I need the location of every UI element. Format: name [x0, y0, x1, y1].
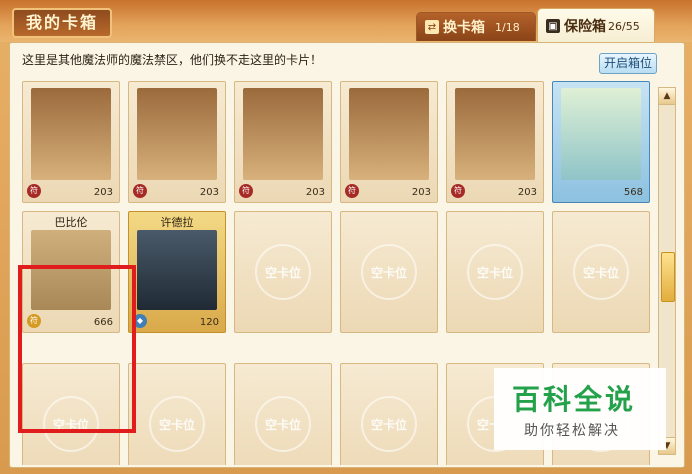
- watermark-title: 百科全说: [512, 383, 637, 416]
- seal-icon: 符: [27, 184, 41, 198]
- empty-slot-label: 空卡位: [361, 396, 417, 452]
- card-art: [137, 88, 217, 180]
- tab-exchange-box[interactable]: ⇄ 换卡箱 1/18: [416, 12, 536, 41]
- notice-text: 这里是其他魔法师的魔法禁区，他们换不走这里的卡片！: [22, 53, 323, 67]
- card-number: 203: [517, 187, 537, 198]
- tab-exchange-count: 1/18: [495, 20, 520, 34]
- seal-icon: 符: [345, 184, 359, 198]
- empty-slot-label: 空卡位: [255, 396, 311, 452]
- card-box-window: 我的卡箱 ⇄ 换卡箱 1/18 ▣ 保险箱 26/55 这里是其他魔法师的魔法禁…: [0, 0, 692, 474]
- tab-exchange-label: 换卡箱: [443, 20, 485, 36]
- watermark-subtitle: 助你轻松解决: [524, 423, 620, 439]
- card-art: [243, 88, 323, 180]
- watermark: 百科全说 助你轻松解决: [494, 368, 666, 450]
- empty-slot[interactable]: 空卡位: [234, 363, 332, 465]
- safe-icon: ▣: [546, 19, 560, 33]
- title-bar: 我的卡箱 ⇄ 换卡箱 1/18 ▣ 保险箱 26/55: [0, 0, 692, 43]
- seal-icon: 符: [239, 184, 253, 198]
- tab-safe-count: 26/55: [608, 19, 640, 33]
- card-row1-4[interactable]: 符 203: [340, 81, 438, 203]
- exchange-icon: ⇄: [425, 20, 439, 34]
- window-title: 我的卡箱: [12, 8, 113, 38]
- highlight-box: [18, 265, 136, 433]
- card-art: [561, 88, 641, 180]
- card-number: 203: [411, 187, 431, 198]
- empty-slot[interactable]: 空卡位: [446, 211, 544, 333]
- empty-slot[interactable]: 空卡位: [340, 211, 438, 333]
- open-slot-button[interactable]: 开启箱位: [598, 53, 657, 74]
- card-row1-5[interactable]: 符 203: [446, 81, 544, 203]
- seal-icon: 符: [451, 184, 465, 198]
- card-art: [455, 88, 535, 180]
- card-row1-6[interactable]: 568: [552, 81, 650, 203]
- empty-slot-label: 空卡位: [573, 244, 629, 300]
- empty-slot[interactable]: 空卡位: [340, 363, 438, 465]
- empty-slot-label: 空卡位: [149, 396, 205, 452]
- scroll-up-button[interactable]: ▲: [659, 88, 675, 105]
- empty-slot-label: 空卡位: [255, 244, 311, 300]
- card-row1-3[interactable]: 符 203: [234, 81, 332, 203]
- scroll-thumb[interactable]: [661, 252, 675, 302]
- empty-slot[interactable]: 空卡位: [234, 211, 332, 333]
- seal-icon: 符: [133, 184, 147, 198]
- card-number: 203: [305, 187, 325, 198]
- card-art: [137, 230, 217, 310]
- card-row1-2[interactable]: 符 203: [128, 81, 226, 203]
- card-art: [349, 88, 429, 180]
- empty-slot[interactable]: 空卡位: [128, 363, 226, 465]
- tab-safe-label: 保险箱: [564, 19, 606, 35]
- card-number: 203: [93, 187, 113, 198]
- card-number: 203: [199, 187, 219, 198]
- card-row1-1[interactable]: 符 203: [22, 81, 120, 203]
- empty-slot-label: 空卡位: [361, 244, 417, 300]
- card-name: 许德拉: [160, 216, 194, 229]
- card-name: 巴比伦: [54, 216, 88, 229]
- empty-slot[interactable]: 空卡位: [552, 211, 650, 333]
- card-number: 568: [623, 187, 643, 198]
- card-number: 120: [199, 317, 219, 328]
- empty-slot-label: 空卡位: [467, 244, 523, 300]
- card-xudela[interactable]: 许德拉 ◆ 120: [128, 211, 226, 333]
- card-art: [31, 88, 111, 180]
- tab-safe-box[interactable]: ▣ 保险箱 26/55: [537, 8, 655, 43]
